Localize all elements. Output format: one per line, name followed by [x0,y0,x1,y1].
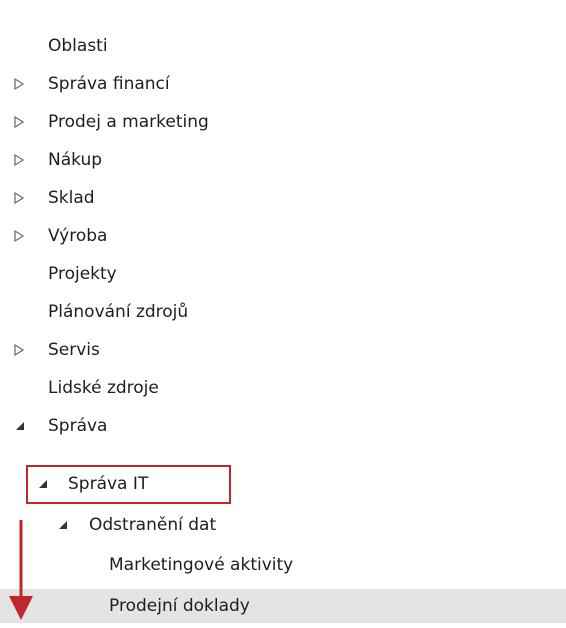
expanded-triangle-icon[interactable] [57,518,69,532]
tree-item-servis[interactable]: Servis [0,333,566,367]
tree-item-label: Sklad [48,188,95,208]
tree-item-sklad[interactable]: Sklad [0,181,566,215]
collapsed-triangle-icon[interactable] [13,229,25,243]
tree-item-label: Projekty [48,264,117,284]
tree-item-label: Lidské zdroje [48,378,159,398]
tree-item-projekty[interactable]: Projekty [0,257,566,291]
tree-item-label: Marketingové aktivity [109,555,294,575]
tree-item-sprava-it[interactable]: Správa IT [0,467,566,501]
tree-item-label: Prodej a marketing [48,112,209,132]
tree-item-label: Správa financí [48,74,170,94]
expanded-triangle-icon[interactable] [37,477,49,491]
tree-item-planovani-zdroju[interactable]: Plánování zdrojů [0,295,566,329]
tree-item-label: Servis [48,340,100,360]
collapsed-triangle-icon[interactable] [13,343,25,357]
tree-item-prodejni-doklady[interactable]: Prodejní doklady [0,589,566,623]
tree-item-label: Výroba [48,226,108,246]
tree-item-label: Prodejní doklady [109,596,250,616]
tree-item-label: Oblasti [48,36,108,56]
tree-item-marketingove-aktivity[interactable]: Marketingové aktivity [0,548,566,582]
tree-item-label: Správa IT [68,474,149,494]
tree-item-sprava-financi[interactable]: Správa financí [0,67,566,101]
tree-item-label: Odstranění dat [89,515,217,535]
tree-item-oblasti[interactable]: Oblasti [0,29,566,63]
tree-item-prodej-a-marketing[interactable]: Prodej a marketing [0,105,566,139]
expanded-triangle-icon[interactable] [14,419,26,433]
collapsed-triangle-icon[interactable] [13,153,25,167]
tree-item-vyroba[interactable]: Výroba [0,219,566,253]
tree-item-label: Plánování zdrojů [48,302,189,322]
tree-item-label: Správa [48,416,108,436]
collapsed-triangle-icon[interactable] [13,77,25,91]
collapsed-triangle-icon[interactable] [13,115,25,129]
tree-item-nakup[interactable]: Nákup [0,143,566,177]
tree-item-sprava[interactable]: Správa [0,409,566,443]
navigation-tree: Oblasti Správa financí Prodej a marketin… [0,0,566,628]
tree-item-label: Nákup [48,150,103,170]
tree-item-lidske-zdroje[interactable]: Lidské zdroje [0,371,566,405]
tree-item-odstraneni-dat[interactable]: Odstranění dat [0,508,566,542]
collapsed-triangle-icon[interactable] [13,191,25,205]
